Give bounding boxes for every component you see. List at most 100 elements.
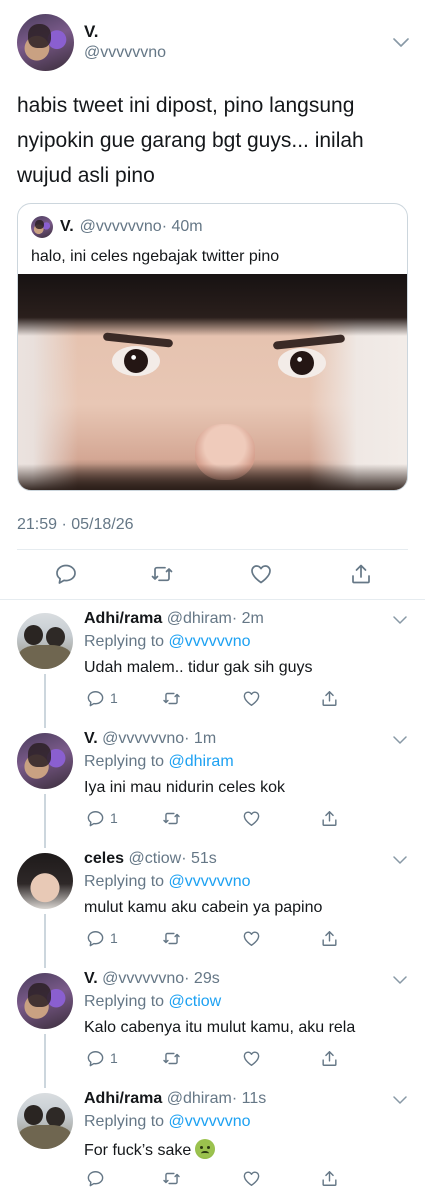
share-button[interactable]: [320, 1168, 339, 1188]
reply-avatar[interactable]: [17, 853, 73, 909]
nauseated-face-icon: [195, 1139, 216, 1159]
chevron-down-icon[interactable]: [393, 38, 409, 48]
retweet-icon: [163, 932, 180, 944]
reply-button[interactable]: 1: [86, 1048, 118, 1068]
retweet-button[interactable]: [162, 808, 181, 828]
reply-count: 1: [110, 930, 118, 946]
chevron-down-icon[interactable]: [393, 616, 407, 625]
reply-avatar[interactable]: [17, 613, 73, 669]
reply-tweet[interactable]: V. @vvvvvvno· 1m Replying to @dhiram Iya i…: [0, 720, 425, 848]
reply-author-handle[interactable]: @ctiow: [129, 850, 182, 867]
reply-text: Udah malem.. tidur gak sih guys: [84, 659, 313, 677]
reply-icon[interactable]: [54, 562, 78, 586]
chevron-down-icon[interactable]: [393, 1096, 407, 1105]
reply-button[interactable]: 1: [86, 688, 118, 708]
quoted-tweet-text: halo, ini celes ngebajak twitter pino: [31, 248, 280, 265]
replying-to-prefix: Replying to: [84, 633, 165, 650]
reply-time: · 11s: [231, 1090, 267, 1107]
share-button[interactable]: [320, 928, 339, 948]
replying-to: Replying to @vvvvvvno: [84, 633, 251, 651]
reply-author-handle[interactable]: @dhiram: [167, 610, 232, 627]
reply-avatar[interactable]: [17, 1093, 73, 1149]
like-icon[interactable]: [249, 562, 273, 586]
reply-button[interactable]: 1: [86, 808, 118, 828]
reply-author-name[interactable]: Adhi/rama: [84, 610, 162, 627]
reply-tweet[interactable]: celes @ctiow· 51s Replying to @vvvvvvno mu…: [0, 840, 425, 968]
chevron-down-icon[interactable]: [393, 736, 407, 745]
like-icon: [243, 690, 260, 706]
reply-tweet[interactable]: Adhi/rama @dhiram· 11s Replying to @vvvvv…: [0, 1080, 425, 1200]
reply-text-content: Udah malem.. tidur gak sih guys: [84, 659, 313, 676]
retweet-button[interactable]: [162, 1168, 181, 1188]
reply-author-handle[interactable]: @dhiram: [167, 1090, 232, 1107]
reply-text: mulut kamu aku cabein ya papino: [84, 899, 322, 917]
retweet-button[interactable]: [162, 1048, 181, 1068]
like-button[interactable]: [242, 928, 261, 948]
share-icon: [322, 810, 337, 826]
reply-avatar[interactable]: [17, 733, 73, 789]
share-button[interactable]: [320, 808, 339, 828]
replying-to-link[interactable]: @dhiram: [169, 753, 234, 770]
chevron-down-icon[interactable]: [393, 856, 407, 865]
quoted-tweet[interactable]: V. @vvvvvvno · 40m halo, ini celes ngeba…: [17, 203, 408, 491]
reply-actions: 1: [86, 688, 346, 710]
reply-button[interactable]: [86, 1168, 110, 1188]
share-icon: [322, 930, 337, 946]
chevron-down-icon[interactable]: [393, 976, 407, 985]
reply-header: Adhi/rama @dhiram· 2m: [84, 610, 264, 628]
reply-author-handle[interactable]: @vvvvvvno: [102, 730, 184, 747]
share-icon: [322, 1170, 337, 1186]
like-icon: [243, 810, 260, 826]
like-icon: [243, 930, 260, 946]
retweet-button[interactable]: [162, 928, 181, 948]
main-tweet: V. @vvvvvvno habis tweet ini dipost, pin…: [0, 0, 425, 600]
reply-author-name[interactable]: V.: [84, 730, 98, 747]
like-button[interactable]: [242, 688, 261, 708]
like-button[interactable]: [242, 1168, 261, 1188]
reply-count: 1: [110, 810, 118, 826]
reply-author-name[interactable]: V.: [84, 970, 98, 987]
reply-actions: 1: [86, 808, 346, 830]
quoted-author-avatar: [31, 216, 53, 238]
share-icon[interactable]: [349, 562, 373, 586]
reply-actions: 1: [86, 1048, 346, 1070]
author-handle[interactable]: @vvvvvvno: [84, 44, 166, 62]
share-icon: [322, 690, 337, 706]
reply-text-content: Kalo cabenya itu mulut kamu, aku rela: [84, 1019, 356, 1036]
reply-text-content: For fuck’s sake: [84, 1142, 192, 1159]
reply-time: · 29s: [184, 970, 220, 987]
replying-to-link[interactable]: @vvvvvvno: [169, 873, 251, 890]
replying-to-link[interactable]: @vvvvvvno: [169, 633, 251, 650]
retweet-icon: [163, 812, 180, 824]
author-avatar[interactable]: [17, 14, 74, 71]
reply-actions: 1: [86, 928, 346, 950]
replying-to-link[interactable]: @vvvvvvno: [169, 1113, 251, 1130]
reply-time: · 1m: [184, 730, 217, 747]
replying-to-link[interactable]: @ctiow: [169, 993, 222, 1010]
author-name[interactable]: V.: [84, 22, 99, 42]
reply-tweet[interactable]: V. @vvvvvvno· 29s Replying to @ctiow Kalo …: [0, 960, 425, 1088]
reply-tweet[interactable]: Adhi/rama @dhiram· 2m Replying to @vvvvvv…: [0, 600, 425, 728]
replying-to-prefix: Replying to: [84, 753, 165, 770]
reply-time: · 2m: [231, 610, 264, 627]
reply-text-content: Iya ini mau nidurin celes kok: [84, 779, 285, 796]
reply-author-name[interactable]: celes: [84, 850, 124, 867]
like-button[interactable]: [242, 1048, 261, 1068]
like-button[interactable]: [242, 808, 261, 828]
share-button[interactable]: [320, 688, 339, 708]
quoted-author-handle: @vvvvvvno: [79, 218, 162, 235]
retweet-icon: [163, 1172, 180, 1184]
share-button[interactable]: [320, 1048, 339, 1068]
reply-count: 1: [110, 1050, 118, 1066]
reply-text: Iya ini mau nidurin celes kok: [84, 779, 285, 797]
reply-author-handle[interactable]: @vvvvvvno: [102, 970, 184, 987]
quoted-tweet-photo[interactable]: [18, 274, 407, 490]
retweet-icon[interactable]: [150, 562, 174, 586]
reply-time: · 51s: [181, 850, 217, 867]
reply-avatar[interactable]: [17, 973, 73, 1029]
replying-to: Replying to @vvvvvvno: [84, 1113, 251, 1131]
reply-author-name[interactable]: Adhi/rama: [84, 1090, 162, 1107]
reply-button[interactable]: 1: [86, 928, 118, 948]
retweet-button[interactable]: [162, 688, 181, 708]
reply-header: V. @vvvvvvno· 29s: [84, 970, 220, 988]
